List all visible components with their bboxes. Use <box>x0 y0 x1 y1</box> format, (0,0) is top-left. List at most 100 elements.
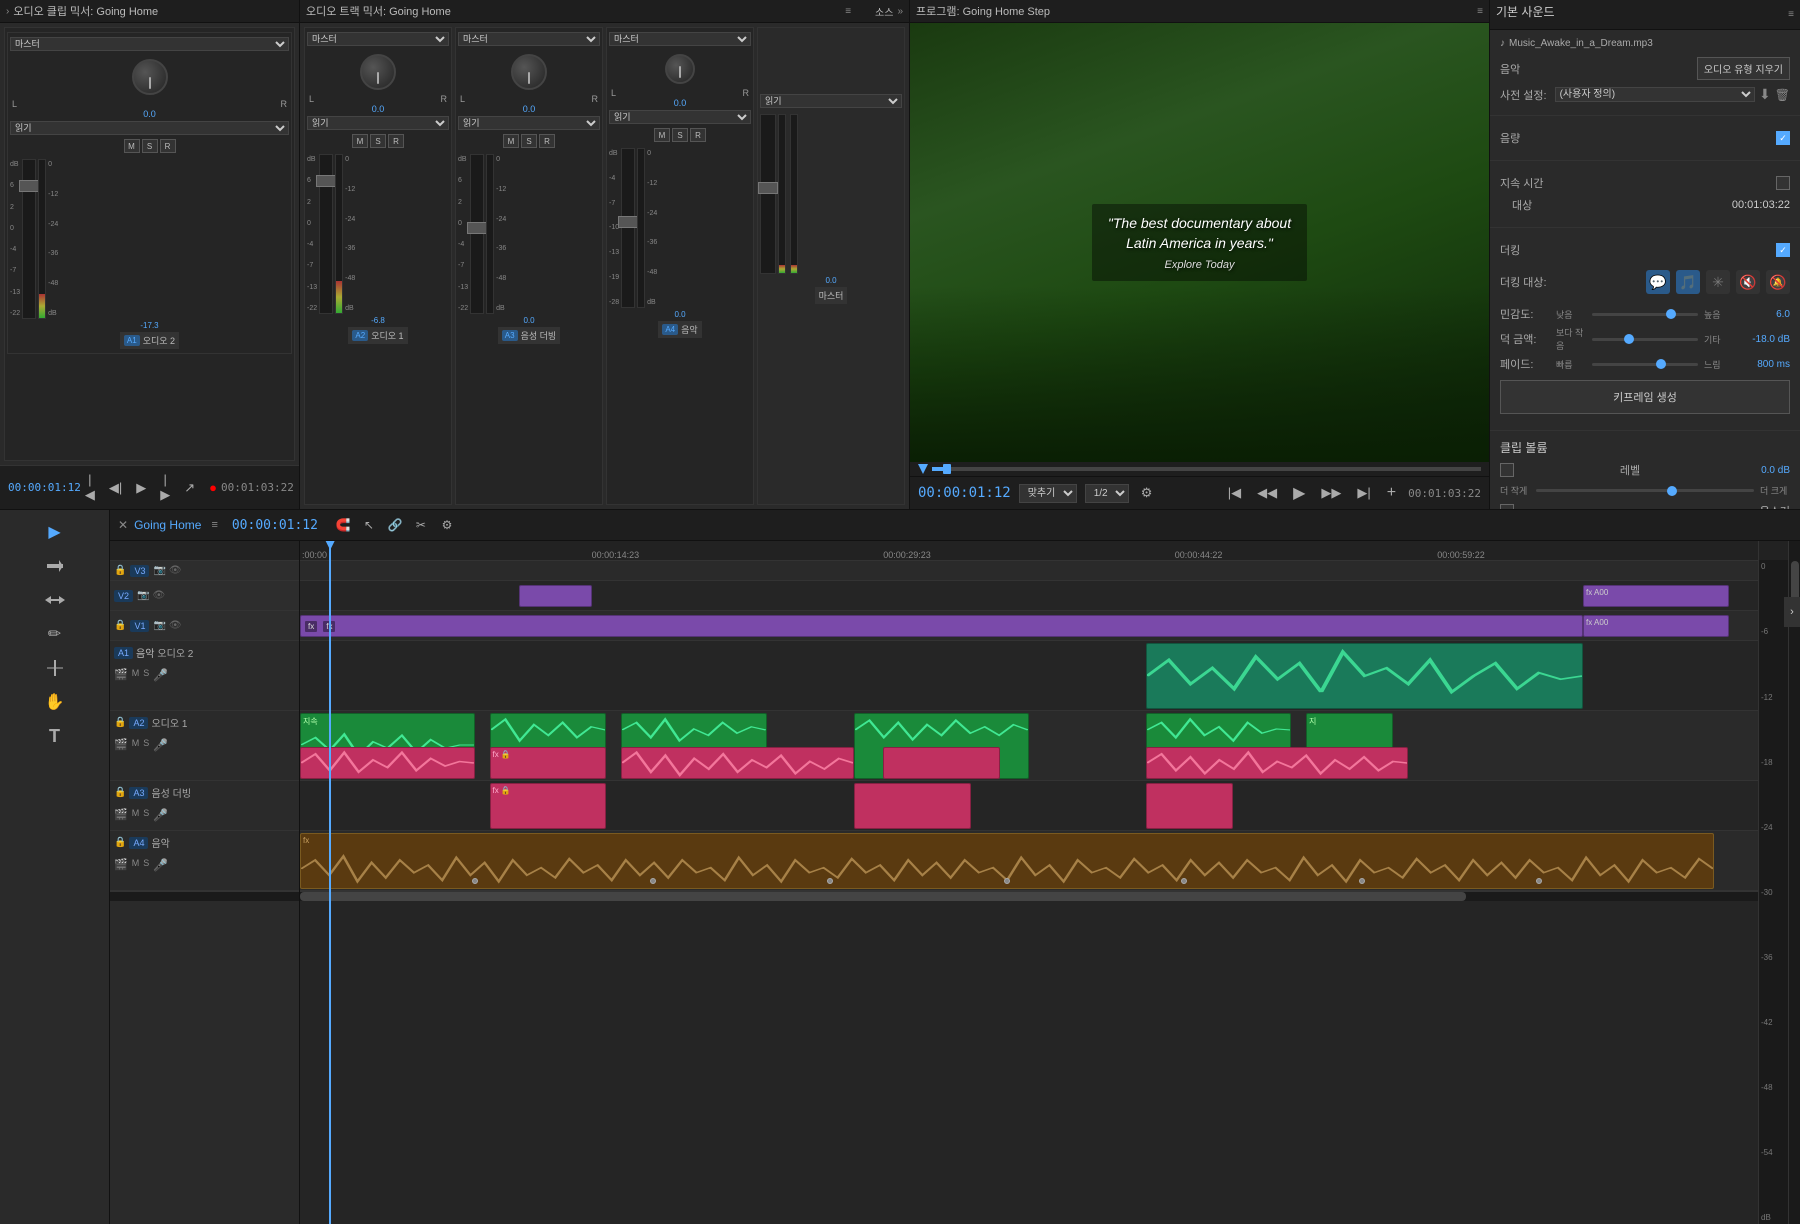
track-mode-A1[interactable]: 읽기 <box>307 116 449 130</box>
track-master-A3[interactable]: 마스터 <box>458 32 600 46</box>
lock-icon-A4[interactable]: 🔒 <box>114 837 126 848</box>
track-master-A4[interactable]: 마스터 <box>609 32 751 46</box>
duck-sfx-icon[interactable]: ✳ <box>1706 270 1730 294</box>
monitor-quality-select[interactable]: 1/2 <box>1085 484 1129 503</box>
clip-A2-pink-4[interactable] <box>883 747 1000 779</box>
monitor-back[interactable]: ◀◀ <box>1253 483 1281 503</box>
track-fader-track-A3[interactable] <box>470 154 484 314</box>
duck-music-icon[interactable]: 🎵 <box>1676 270 1700 294</box>
progress-thumb[interactable] <box>943 464 951 474</box>
track-master-A1[interactable]: 마스터 <box>307 32 449 46</box>
lock-icon-A3[interactable]: 🔒 <box>114 787 126 798</box>
track-select-tool-btn[interactable] <box>39 550 71 582</box>
duck-amount-thumb[interactable] <box>1624 334 1634 344</box>
source-forward[interactable]: » <box>897 6 903 17</box>
track-mode-master[interactable]: 읽기 <box>760 94 902 108</box>
track-r-A1[interactable]: R <box>388 134 404 148</box>
tl-cursor-btn[interactable]: ↖ <box>358 514 380 536</box>
track-msm-M-A3[interactable]: M <box>132 808 140 822</box>
track-m-A3[interactable]: M <box>503 134 519 148</box>
level-slider[interactable] <box>1536 489 1754 492</box>
clip-transport-in[interactable]: |◀ <box>81 470 99 505</box>
clip-A2-pink-2[interactable]: fx🔒 <box>490 747 607 779</box>
clip-A3-2[interactable] <box>854 783 971 829</box>
fade-thumb[interactable] <box>1656 359 1666 369</box>
keyframe-dot-1[interactable] <box>472 878 478 884</box>
track-film-icon-A3[interactable]: 🎬 <box>114 808 128 822</box>
generate-btn[interactable]: 키프레임 생성 <box>1500 380 1790 414</box>
clip-mode-select-1[interactable]: 읽기 <box>10 121 289 135</box>
monitor-play[interactable]: ▶ <box>1289 481 1309 505</box>
monitor-fit-select[interactable]: 맞추기 <box>1019 484 1077 503</box>
preset-select[interactable]: (사용자 정의) <box>1555 87 1755 102</box>
keyframe-dot-3[interactable] <box>827 878 833 884</box>
preset-delete-btn[interactable]: 🗑 <box>1775 88 1790 102</box>
track-s-A1[interactable]: S <box>370 134 386 148</box>
track-mode-A4[interactable]: 읽기 <box>609 110 751 124</box>
track-pan-A3[interactable] <box>511 54 547 90</box>
track-fader-handle-A4[interactable] <box>618 216 638 228</box>
basic-sound-menu[interactable]: ≡ <box>1788 9 1794 20</box>
sensitivity-thumb[interactable] <box>1666 309 1676 319</box>
track-mic-icon-A3[interactable]: 🎤 <box>153 808 168 822</box>
timeline-scrollbar[interactable] <box>300 891 1758 901</box>
timeline-menu[interactable]: ≡ <box>211 519 217 531</box>
track-camera-icon-V2[interactable]: 📷 <box>137 590 149 601</box>
clip-A3-1[interactable]: fx🔒 <box>490 783 607 829</box>
track-fader-track-A1[interactable] <box>319 154 333 314</box>
track-pan-A1[interactable] <box>360 54 396 90</box>
track-camera-icon-V1[interactable]: 📷 <box>153 620 165 631</box>
ripple-tool-btn[interactable] <box>39 584 71 616</box>
clip-transport-out[interactable]: ↗ <box>180 470 199 505</box>
hand-tool-btn[interactable]: ✋ <box>39 686 71 718</box>
track-camera-icon-V3[interactable]: 📷 <box>153 565 165 576</box>
fade-slider[interactable] <box>1592 363 1698 366</box>
track-fader-handle-A1[interactable] <box>316 175 336 187</box>
clear-type-btn[interactable]: 오디오 유형 지우기 <box>1697 57 1790 80</box>
audio-track-mixer-menu[interactable]: ≡ <box>845 6 851 17</box>
pen-tool-btn[interactable]: ✏ <box>39 618 71 650</box>
track-m-A4[interactable]: M <box>654 128 670 142</box>
clip-fader-handle-1[interactable] <box>19 180 39 192</box>
tl-link-btn[interactable]: 🔗 <box>384 514 406 536</box>
clip-transport-next[interactable]: |▶ <box>156 470 174 505</box>
monitor-settings-btn[interactable]: ⚙ <box>1137 483 1157 503</box>
lock-icon-A2[interactable]: 🔒 <box>114 717 126 728</box>
track-mic-icon-A2[interactable]: 🎤 <box>153 738 168 752</box>
mute-checkbox[interactable] <box>1500 504 1514 509</box>
timeline-vscroll[interactable] <box>1788 541 1800 1224</box>
clip-V1-main[interactable]: fx fx <box>300 615 1583 637</box>
track-mode-A3[interactable]: 읽기 <box>458 116 600 130</box>
timeline-close-btn[interactable]: ✕ <box>118 518 128 532</box>
tl-magnet-btn[interactable]: 🧲 <box>332 514 354 536</box>
timebar-marker[interactable] <box>918 464 928 474</box>
clip-A2-pink-3[interactable] <box>621 747 854 779</box>
track-eye-icon-V1[interactable]: 👁 <box>169 620 182 631</box>
clip-V2-1[interactable] <box>519 585 592 607</box>
duck-other-icon[interactable]: 🔕 <box>1766 270 1790 294</box>
sensitivity-slider[interactable] <box>1592 313 1698 316</box>
text-tool-btn[interactable]: T <box>39 720 71 752</box>
tl-scissors-btn[interactable]: ✂ <box>410 514 432 536</box>
track-film-icon-A2[interactable]: 🎬 <box>114 738 128 752</box>
track-msm-M-A4[interactable]: M <box>132 858 140 872</box>
track-fader-track-A4[interactable] <box>621 148 635 308</box>
clip-pan-knob-1[interactable] <box>132 59 168 95</box>
track-m-A1[interactable]: M <box>352 134 368 148</box>
clip-A2-pink-1[interactable] <box>300 747 475 779</box>
clip-s-btn-1[interactable]: S <box>142 139 158 153</box>
preset-download-btn[interactable]: ⬇ <box>1759 86 1771 103</box>
keyframe-dot-4[interactable] <box>1004 878 1010 884</box>
ducking-checkbox[interactable]: ✓ <box>1776 243 1790 257</box>
clip-transport-play[interactable]: ▶ <box>132 470 150 505</box>
lock-icon-V1[interactable]: 🔒 <box>114 620 126 631</box>
clip-transport-record[interactable]: ● <box>205 470 221 505</box>
keyframe-dot-5[interactable] <box>1181 878 1187 884</box>
timeline-content-area[interactable]: :00:00 00:00:14:23 00:00:29:23 00:00:44:… <box>300 541 1758 1224</box>
scrollbar-thumb[interactable] <box>300 892 1466 901</box>
track-r-A3[interactable]: R <box>539 134 555 148</box>
program-monitor-menu[interactable]: ≡ <box>1477 6 1483 17</box>
lock-icon-V3[interactable]: 🔒 <box>114 565 126 576</box>
level-checkbox[interactable] <box>1500 463 1514 477</box>
clip-A2-pink-5[interactable] <box>1146 747 1408 779</box>
